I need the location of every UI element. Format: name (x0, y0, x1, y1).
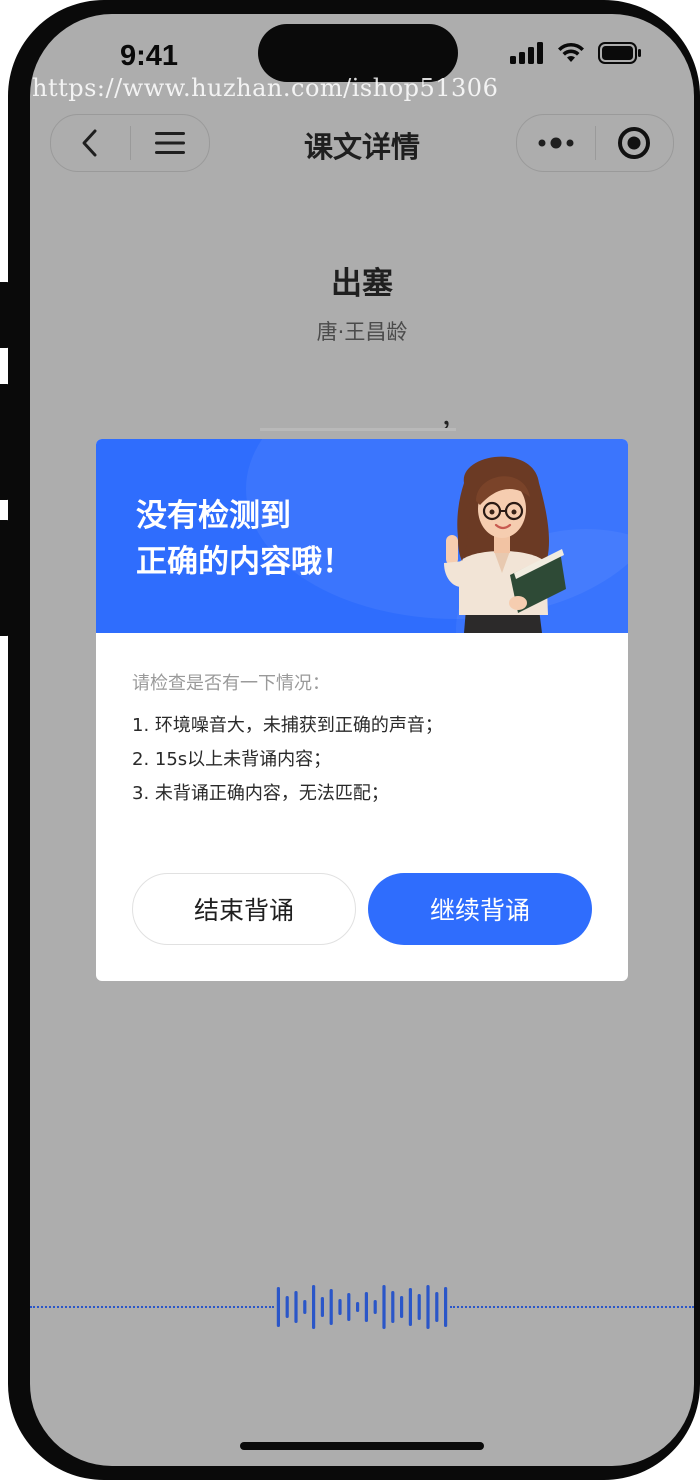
waveform-bar (356, 1302, 360, 1312)
waveform-bar (444, 1287, 448, 1327)
waveform-baseline-left (30, 1306, 274, 1308)
poem-title: 出塞 (331, 266, 393, 302)
waveform-bar (426, 1285, 430, 1329)
waveform-bar (400, 1296, 404, 1318)
headline-line-1: 没有检测到 (136, 498, 291, 534)
check-prompt: 请检查是否有一下情况： (132, 673, 330, 694)
watermark-text: https://www.huzhan.com/ishop51306 (32, 74, 499, 102)
end-recitation-button[interactable]: 结束背诵 (132, 873, 356, 945)
audio-waveform-icon[interactable] (274, 1284, 450, 1330)
phone-device: 9:41 https://www.huzhan.com/ishop51306 课… (0, 0, 700, 1480)
screen: 9:41 https://www.huzhan.com/ishop51306 课… (30, 14, 694, 1466)
waveform-bar (329, 1289, 333, 1325)
waveform-bar (347, 1293, 351, 1321)
waveform-bar (276, 1287, 280, 1327)
waveform-bar (382, 1285, 386, 1329)
poem-author: 唐·王昌龄 (316, 320, 408, 344)
waveform-bar (285, 1296, 289, 1318)
check-item: 2. 15s以上未背诵内容； (132, 749, 332, 770)
detection-failed-modal: 没有检测到 正确的内容哦！ 请检查是否有一下情况： 1. 环境噪音大，未捕获到正… (96, 439, 628, 981)
waveform-bar (364, 1292, 368, 1322)
waveform-bar (435, 1292, 439, 1322)
continue-recitation-button[interactable]: 继续背诵 (368, 873, 592, 945)
waveform-bar (417, 1294, 421, 1320)
waveform-bar (338, 1299, 342, 1315)
modal-headline: 没有检测到 正确的内容哦！ (136, 493, 436, 585)
phone-frame: 9:41 https://www.huzhan.com/ishop51306 课… (8, 0, 700, 1480)
waveform-bar (303, 1300, 307, 1314)
poem-line-placeholder (260, 428, 456, 431)
status-icons (510, 42, 642, 64)
home-indicator (240, 1442, 484, 1450)
signal-icon (510, 42, 543, 64)
target-icon (618, 127, 651, 159)
waveform-bar (312, 1285, 316, 1329)
headline-line-2: 正确的内容哦！ (136, 544, 353, 580)
modal-body: 请检查是否有一下情况： 1. 环境噪音大，未捕获到正确的声音； 2. 15s以上… (132, 669, 592, 811)
waveform-bar (320, 1297, 324, 1317)
waveform-bar (408, 1288, 412, 1326)
waveform-bar (391, 1291, 395, 1323)
waveform-baseline-right (450, 1306, 694, 1308)
close-miniprogram-button[interactable] (596, 115, 674, 171)
nav-right-capsule (516, 114, 674, 172)
waveform-bar (294, 1291, 298, 1323)
status-time: 9:41 (120, 40, 179, 72)
teacher-illustration (444, 456, 566, 633)
check-item: 3. 未背诵正确内容，无法匹配； (132, 783, 389, 804)
modal-header: 没有检测到 正确的内容哦！ (96, 439, 628, 633)
waveform-bar (373, 1300, 377, 1314)
more-dots-icon (538, 137, 574, 149)
wifi-icon (558, 42, 584, 62)
more-button[interactable] (517, 115, 595, 171)
battery-icon (598, 42, 641, 64)
check-item: 1. 环境噪音大，未捕获到正确的声音； (132, 715, 443, 736)
